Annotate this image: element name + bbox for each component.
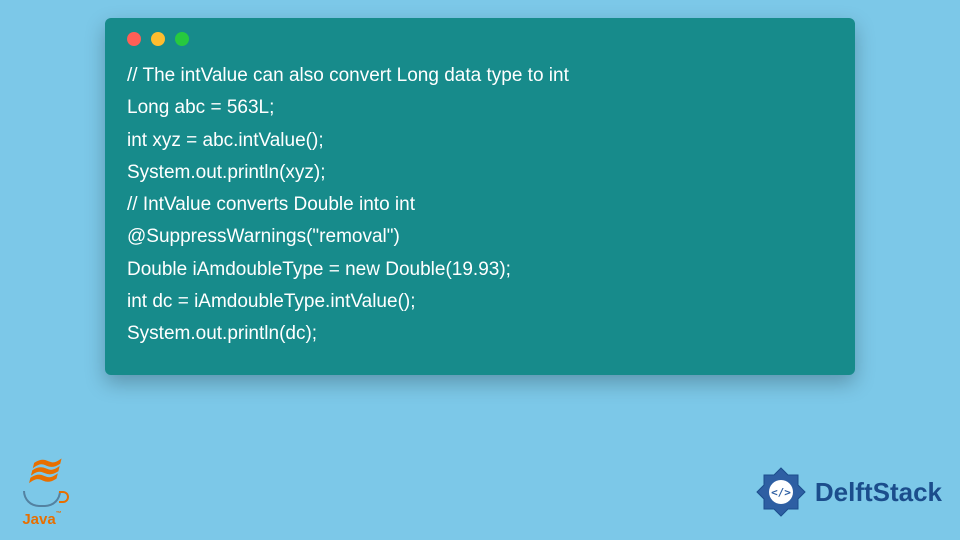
minimize-icon	[151, 32, 165, 46]
maximize-icon	[175, 32, 189, 46]
delftstack-logo: </> DelftStack	[753, 464, 942, 520]
window-controls	[127, 32, 833, 46]
code-line: int dc = iAmdoubleType.intValue();	[127, 286, 833, 318]
java-logo: ≋ Java™	[12, 448, 72, 528]
code-line: Double iAmdoubleType = new Double(19.93)…	[127, 254, 833, 286]
code-line: // IntValue converts Double into int	[127, 189, 833, 221]
delftstack-icon: </>	[753, 464, 809, 520]
code-window: // The intValue can also convert Long da…	[105, 18, 855, 375]
code-line: System.out.println(xyz);	[127, 157, 833, 189]
code-block: // The intValue can also convert Long da…	[127, 60, 833, 351]
code-line: Long abc = 563L;	[127, 92, 833, 124]
java-logo-text: Java™	[22, 511, 61, 528]
close-icon	[127, 32, 141, 46]
delftstack-logo-text: DelftStack	[815, 477, 942, 508]
java-cup-icon	[23, 491, 61, 507]
code-line: System.out.println(dc);	[127, 318, 833, 350]
svg-text:</>: </>	[771, 486, 791, 499]
java-steam-icon: ≋	[25, 453, 59, 489]
code-line: @SuppressWarnings("removal")	[127, 221, 833, 253]
code-line: // The intValue can also convert Long da…	[127, 60, 833, 92]
code-line: int xyz = abc.intValue();	[127, 125, 833, 157]
